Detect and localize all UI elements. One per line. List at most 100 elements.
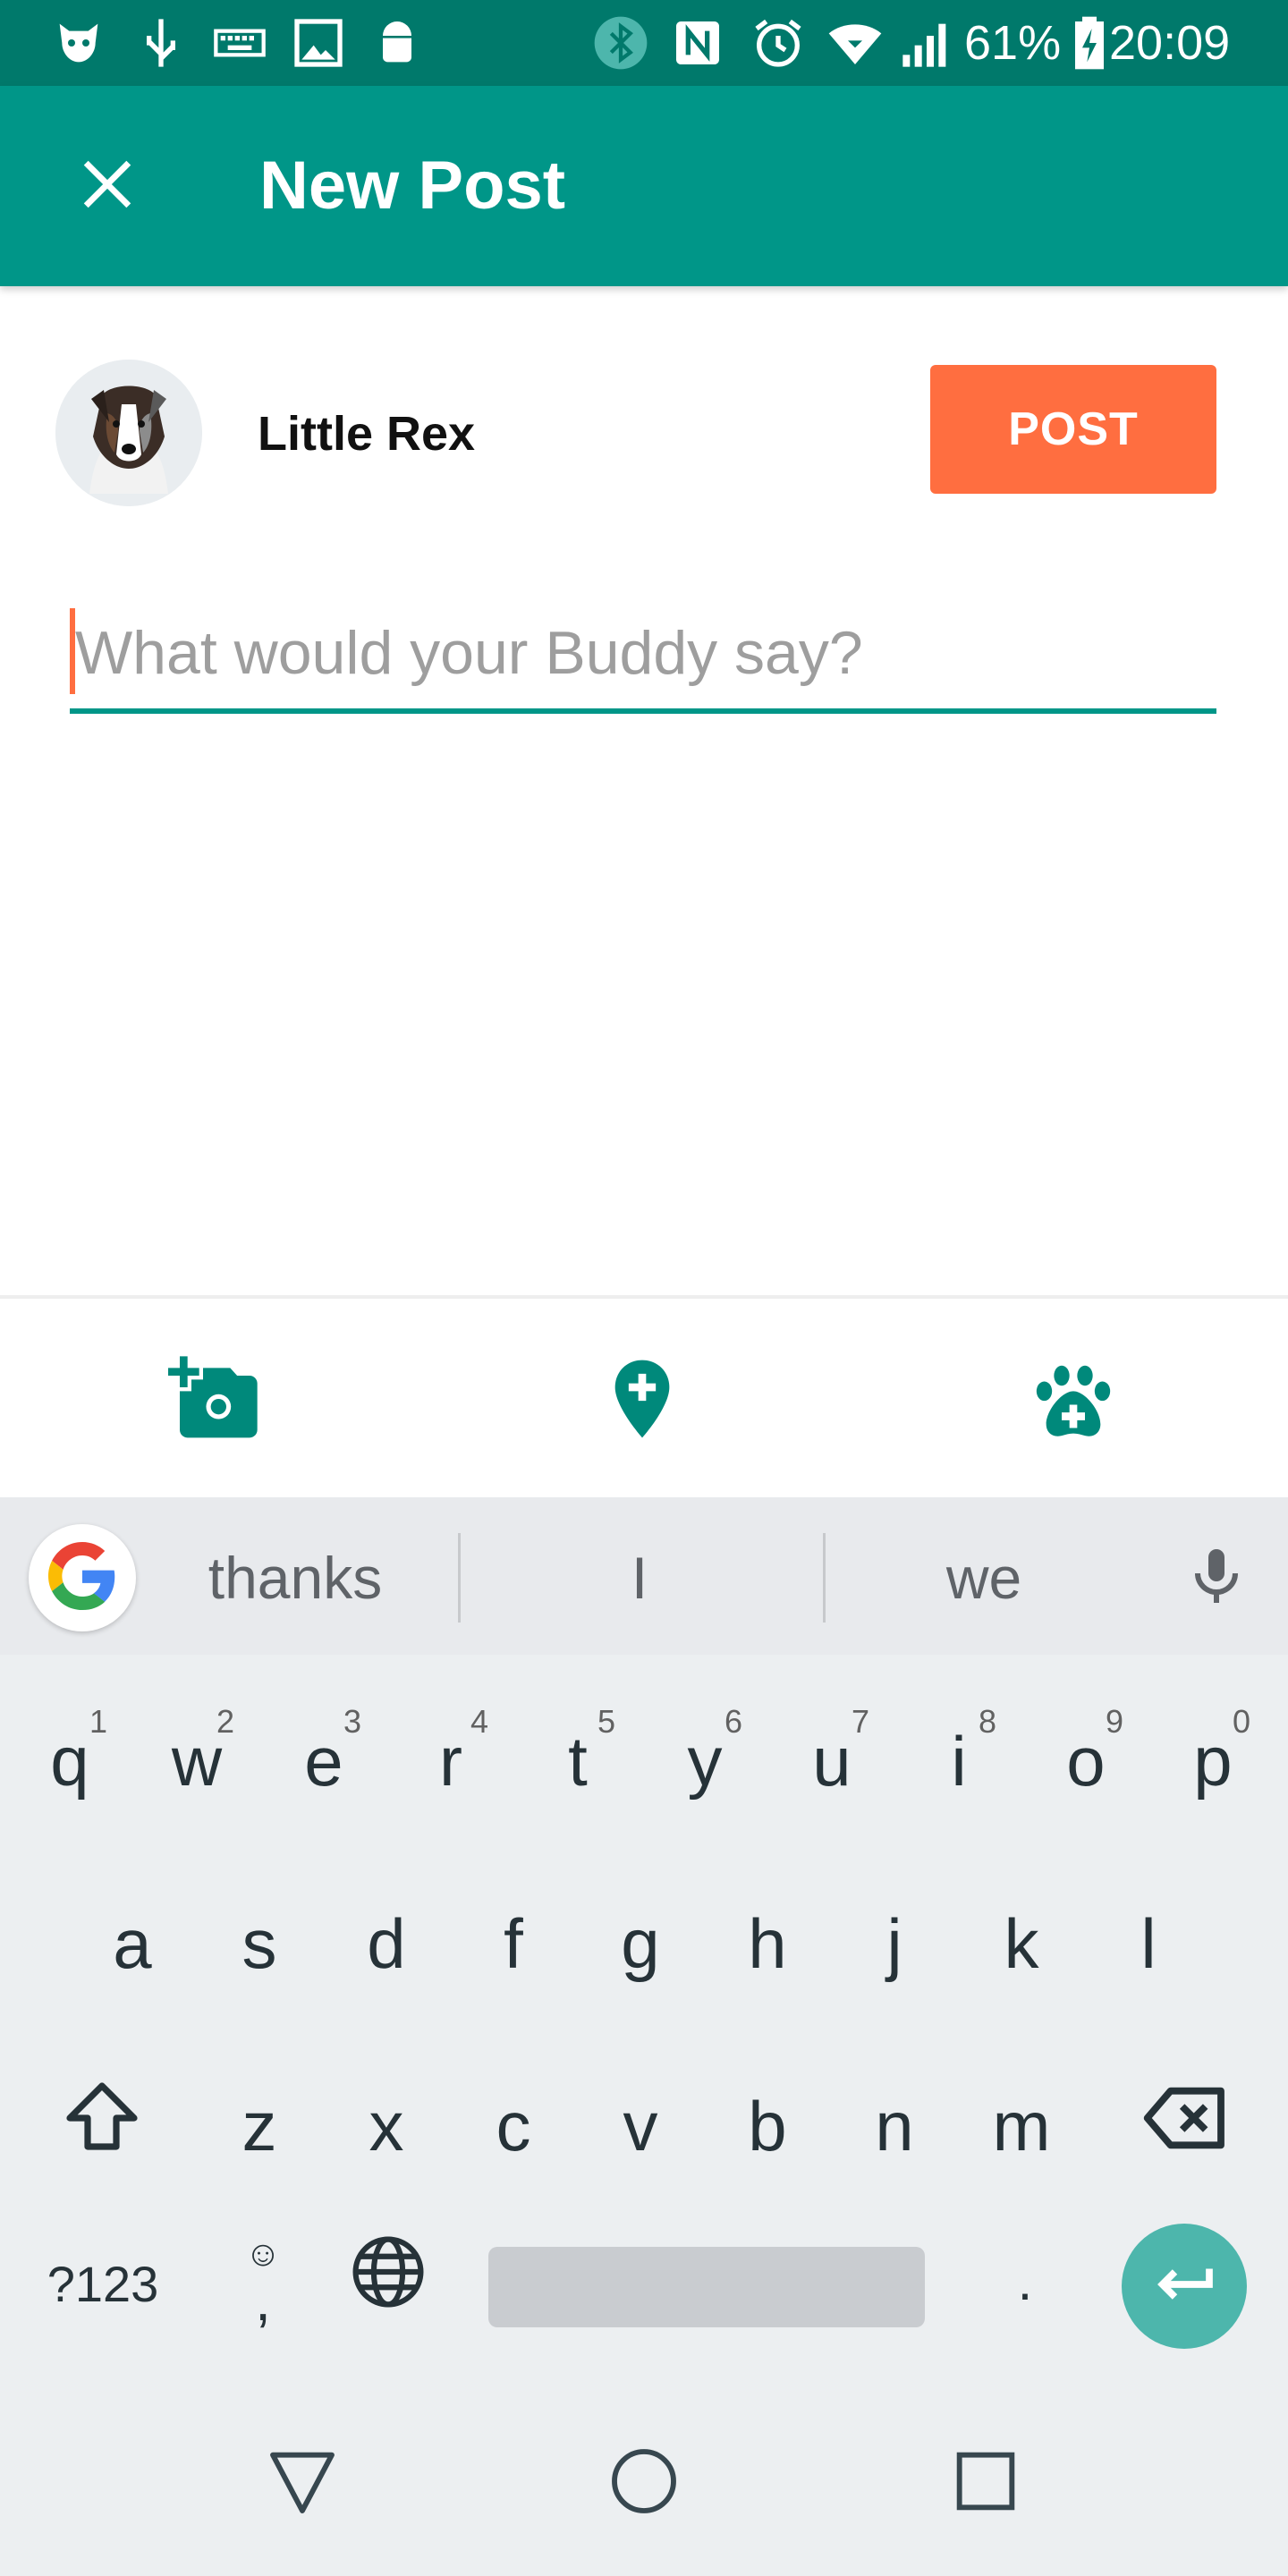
symbols-key[interactable]: ?123 xyxy=(36,2231,170,2338)
enter-key[interactable] xyxy=(1122,2224,1247,2349)
post-input-container xyxy=(70,599,1216,714)
period-key[interactable]: . xyxy=(962,2200,1088,2361)
recents-button[interactable] xyxy=(932,2429,1039,2537)
key-r[interactable]: r4 xyxy=(388,1676,513,1846)
soft-keyboard: thanks I we q1 w2 e3 r4 t5 y6 u7 i8 o9 p… xyxy=(0,1497,1288,2390)
key-s[interactable]: s xyxy=(197,1859,322,2029)
key-hint: 8 xyxy=(978,1703,996,1740)
key-w[interactable]: w2 xyxy=(134,1676,259,1846)
key-h[interactable]: h xyxy=(705,1859,830,2029)
home-button[interactable] xyxy=(590,2429,698,2537)
key-d[interactable]: d xyxy=(324,1859,449,2029)
key-hint: 0 xyxy=(1232,1703,1250,1740)
key-label: w xyxy=(171,1721,223,1801)
suggestion-3[interactable]: we xyxy=(850,1524,1118,1631)
nfc-icon xyxy=(669,14,726,72)
bluetooth-icon xyxy=(592,14,649,72)
signal-icon xyxy=(898,14,955,72)
key-label: f xyxy=(504,1903,523,1983)
shift-key[interactable] xyxy=(39,2041,165,2211)
shift-icon xyxy=(59,2075,145,2178)
key-label: p xyxy=(1193,1721,1233,1801)
suggestion-1[interactable]: thanks xyxy=(161,1524,429,1631)
key-p[interactable]: p0 xyxy=(1150,1676,1275,1846)
voice-input-button[interactable] xyxy=(1172,1533,1261,1623)
page-title: New Post xyxy=(259,148,566,224)
key-hint: 5 xyxy=(597,1703,615,1740)
key-label: x xyxy=(369,2086,404,2165)
key-v[interactable]: v xyxy=(578,2041,703,2211)
back-icon xyxy=(263,2442,342,2525)
key-hint: 1 xyxy=(89,1703,107,1740)
key-f[interactable]: f xyxy=(451,1859,576,2029)
key-label: h xyxy=(748,1903,787,1983)
key-m[interactable]: m xyxy=(959,2041,1084,2211)
home-icon xyxy=(605,2442,683,2525)
key-j[interactable]: j xyxy=(832,1859,957,2029)
key-a[interactable]: a xyxy=(70,1859,195,2029)
comma-emoji-key[interactable]: ☺ , xyxy=(200,2200,326,2361)
key-y[interactable]: y6 xyxy=(642,1676,767,1846)
key-label: . xyxy=(1017,2250,1033,2311)
space-bar[interactable] xyxy=(488,2247,925,2327)
suggestion-2[interactable]: I xyxy=(501,1524,778,1631)
key-label: r xyxy=(439,1721,462,1801)
key-label: u xyxy=(812,1721,852,1801)
key-label: z xyxy=(242,2086,277,2165)
clock: 20:09 xyxy=(1109,16,1231,70)
attachment-bar xyxy=(0,1295,1288,1501)
google-button[interactable] xyxy=(29,1524,136,1631)
key-l[interactable]: l xyxy=(1086,1859,1211,2029)
add-photo-button[interactable] xyxy=(161,1347,268,1454)
add-location-button[interactable] xyxy=(589,1347,696,1454)
add-photo-icon xyxy=(168,1352,261,1450)
key-label: l xyxy=(1140,1903,1157,1983)
language-key[interactable] xyxy=(326,2195,451,2365)
key-label: k xyxy=(1004,1903,1039,1983)
key-e[interactable]: e3 xyxy=(261,1676,386,1846)
key-q[interactable]: q1 xyxy=(7,1676,132,1846)
suggestion-divider xyxy=(823,1533,826,1623)
key-x[interactable]: x xyxy=(324,2041,449,2211)
key-hint: 9 xyxy=(1105,1703,1123,1740)
key-label: e xyxy=(304,1721,343,1801)
usb-icon xyxy=(132,14,190,72)
post-button[interactable]: POST xyxy=(930,365,1216,494)
key-label: o xyxy=(1066,1721,1106,1801)
key-hint: 3 xyxy=(343,1703,361,1740)
key-label: j xyxy=(886,1903,902,1983)
key-n[interactable]: n xyxy=(832,2041,957,2211)
post-text-input[interactable] xyxy=(75,599,1211,707)
globe-icon xyxy=(347,2231,429,2330)
key-label: n xyxy=(875,2086,914,2165)
key-label: v xyxy=(623,2086,658,2165)
key-label: y xyxy=(687,1721,723,1801)
suggestion-divider xyxy=(458,1533,461,1623)
key-z[interactable]: z xyxy=(197,2041,322,2211)
key-label: , xyxy=(255,2268,271,2333)
microphone-icon xyxy=(1184,1544,1249,1613)
key-label: s xyxy=(242,1903,277,1983)
key-label: c xyxy=(496,2086,531,2165)
key-label: g xyxy=(621,1903,660,1983)
key-label: a xyxy=(113,1903,152,1983)
key-b[interactable]: b xyxy=(705,2041,830,2211)
backspace-key[interactable] xyxy=(1123,2041,1249,2211)
key-k[interactable]: k xyxy=(959,1859,1084,2029)
key-g[interactable]: g xyxy=(578,1859,703,2029)
add-pet-button[interactable] xyxy=(1020,1347,1127,1454)
google-g-icon xyxy=(48,1541,116,1614)
key-hint: 2 xyxy=(216,1703,234,1740)
app-notification-icon xyxy=(50,14,107,72)
key-hint: 6 xyxy=(724,1703,742,1740)
key-t[interactable]: t5 xyxy=(515,1676,640,1846)
wifi-icon xyxy=(826,14,884,72)
key-o[interactable]: o9 xyxy=(1023,1676,1148,1846)
keyboard-icon xyxy=(211,14,268,72)
close-button[interactable] xyxy=(54,132,161,240)
key-i[interactable]: i8 xyxy=(896,1676,1021,1846)
close-icon xyxy=(79,156,136,217)
back-button[interactable] xyxy=(249,2429,356,2537)
key-u[interactable]: u7 xyxy=(769,1676,894,1846)
key-c[interactable]: c xyxy=(451,2041,576,2211)
